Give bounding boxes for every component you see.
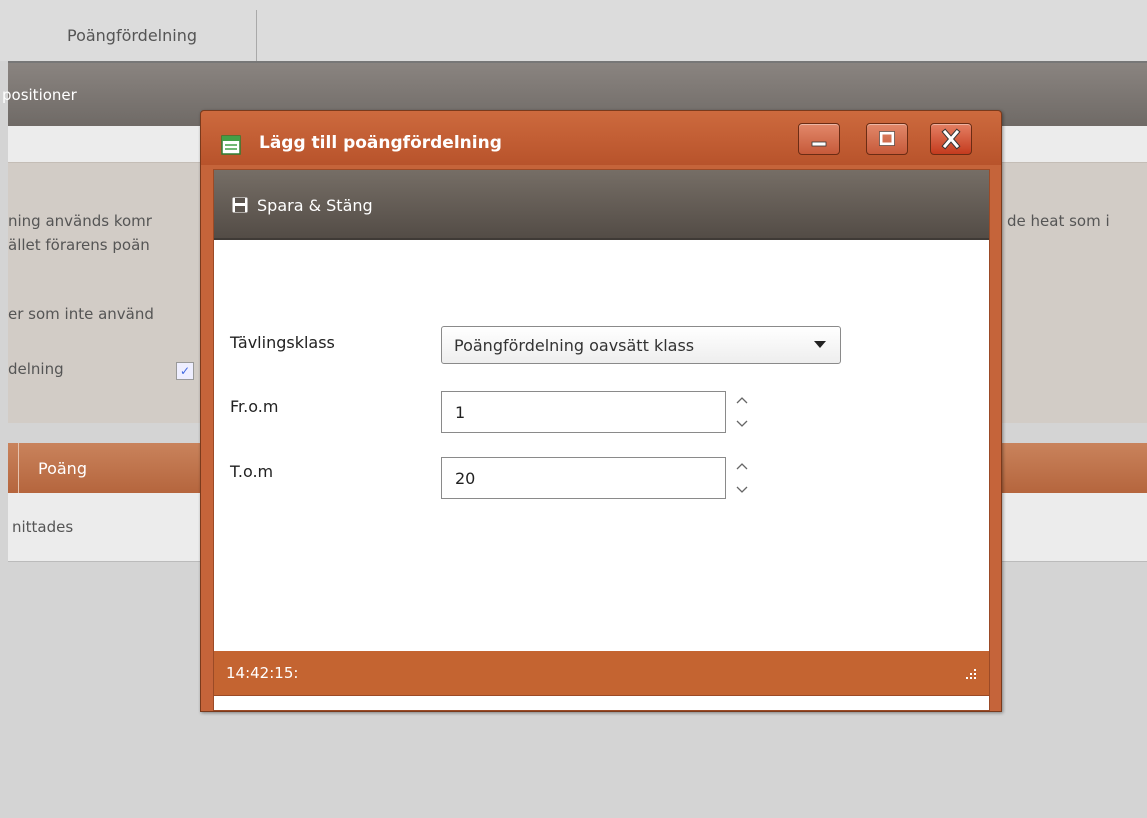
setting-checkbox[interactable]: ✓ (176, 362, 194, 380)
class-select[interactable]: Poängfördelning oavsätt klass (441, 326, 841, 364)
section-header-title: positioner (2, 85, 77, 104)
description-line2: ället förarens poän (8, 236, 150, 254)
status-bar: 14:42:15: (213, 651, 990, 696)
class-label: Tävlingsklass (230, 333, 335, 352)
from-input[interactable]: 1 (441, 391, 726, 433)
save-icon (232, 197, 248, 213)
from-label: Fr.o.m (230, 397, 279, 416)
chevron-up-icon (736, 397, 748, 404)
from-spinner[interactable] (734, 391, 750, 433)
description-line3: er som inte använd (8, 305, 154, 323)
minimize-icon (811, 141, 827, 147)
chevron-down-icon (736, 420, 748, 427)
status-text: 14:42:15: (226, 664, 299, 682)
chevron-up-icon (736, 463, 748, 470)
description-right: de heat som i (1007, 212, 1110, 230)
dialog-titlebar[interactable]: Lägg till poängfördelning (201, 111, 1001, 165)
setting-label: delning (8, 360, 64, 378)
empty-grid-message: nittades (12, 518, 74, 536)
close-icon (941, 128, 961, 150)
column-header-poang[interactable]: Poäng (38, 459, 87, 478)
chevron-down-icon (814, 341, 826, 348)
dialog-content: Spara & Stäng Tävlingsklass Poängfördeln… (213, 169, 990, 711)
to-label: T.o.m (230, 462, 274, 481)
save-and-close-button[interactable]: Spara & Stäng (232, 192, 373, 218)
resize-grip-icon[interactable] (963, 666, 977, 680)
close-button[interactable] (930, 123, 972, 155)
maximize-button[interactable] (866, 123, 908, 155)
dialog-title: Lägg till poängfördelning (259, 133, 502, 153)
chevron-down-icon (736, 486, 748, 493)
tab-poangfordelning[interactable]: Poängfördelning (8, 10, 257, 61)
maximize-icon (879, 131, 895, 146)
add-point-distribution-dialog: Lägg till poängfördelning Spara & Stäng … (200, 110, 1002, 712)
window-icon (221, 135, 241, 155)
minimize-button[interactable] (798, 123, 840, 155)
column-divider (18, 443, 19, 493)
save-and-close-label: Spara & Stäng (257, 195, 373, 215)
dialog-toolbar: Spara & Stäng (214, 170, 989, 240)
to-spinner[interactable] (734, 457, 750, 499)
to-input[interactable]: 20 (441, 457, 726, 499)
from-input-value: 1 (455, 402, 466, 422)
description-line1: ning används komr (8, 212, 152, 230)
to-input-value: 20 (455, 468, 476, 488)
class-select-value: Poängfördelning oavsätt klass (454, 335, 695, 355)
